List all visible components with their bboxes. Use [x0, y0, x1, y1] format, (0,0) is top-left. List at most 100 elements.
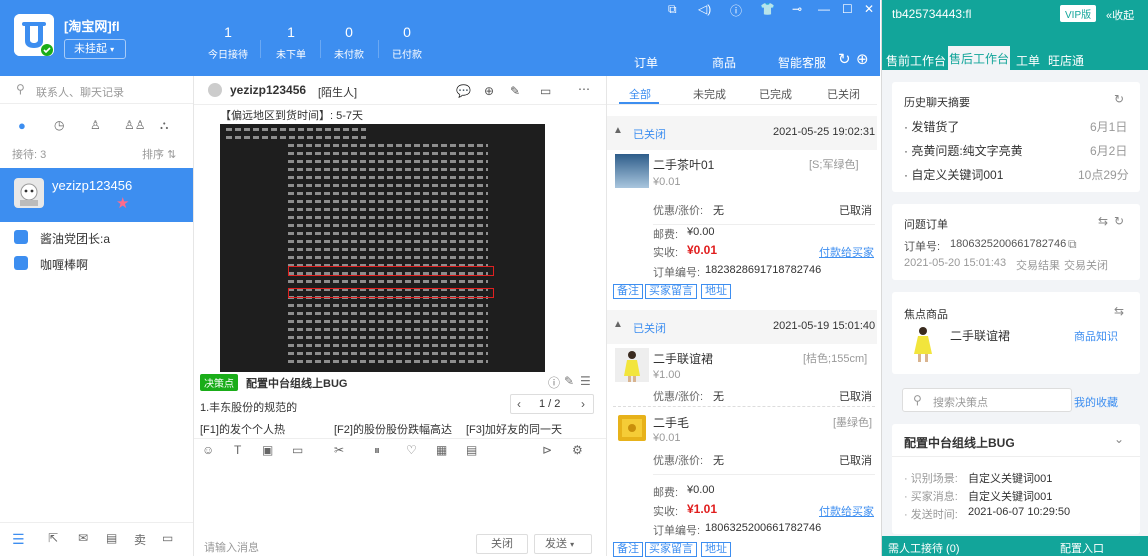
- video-icon[interactable]: ▭: [540, 84, 551, 98]
- clock-icon[interactable]: ◷: [54, 118, 64, 132]
- status-dropdown[interactable]: 未挂起 ▾: [64, 39, 126, 59]
- pay-buyer-link[interactable]: 付款给买家: [819, 244, 874, 260]
- config-entry-link[interactable]: 配置入口: [1060, 540, 1104, 556]
- order-group-header[interactable]: ▲ 已关闭 2021-05-19 15:01:40: [607, 310, 877, 344]
- switch-icon[interactable]: ⇆: [1098, 214, 1108, 228]
- emoji-icon[interactable]: ☺: [202, 443, 214, 457]
- org-icon[interactable]: ⛬: [160, 118, 168, 133]
- menu-icon[interactable]: ☰: [12, 531, 25, 548]
- order-group-header[interactable]: ▲ 已关闭 2021-05-25 19:02:31: [607, 116, 877, 150]
- add-contact-icon[interactable]: ⊕: [484, 84, 494, 98]
- remark-button[interactable]: 备注: [613, 542, 643, 557]
- product-image[interactable]: [904, 324, 942, 362]
- add-icon[interactable]: ⊕: [856, 50, 869, 68]
- close-icon[interactable]: ✕: [864, 2, 874, 16]
- history-item[interactable]: · 亮黄问题:纯文字亮黄: [904, 142, 1023, 159]
- edit-icon[interactable]: ✎: [564, 374, 574, 388]
- quick-reply[interactable]: [F3]加好友的同一天: [466, 421, 562, 437]
- buyer-message-button[interactable]: 买家留言: [645, 542, 697, 557]
- manual-reception-count[interactable]: 需人工接待 (0): [888, 540, 960, 556]
- collapse-icon[interactable]: ▲: [613, 319, 623, 330]
- tab-products[interactable]: 商品: [712, 54, 736, 71]
- message-image[interactable]: [220, 124, 545, 372]
- product-knowledge-link[interactable]: 商品知识: [1074, 328, 1118, 344]
- history-item[interactable]: · 自定义关键词001: [904, 166, 1003, 183]
- send-button[interactable]: 发送 ▾: [534, 534, 592, 554]
- refresh-icon[interactable]: ↻: [1114, 214, 1124, 228]
- product-image[interactable]: [615, 410, 649, 444]
- chat-item[interactable]: 咖喱棒啊: [0, 252, 193, 276]
- tab-presale[interactable]: 售前工作台: [886, 52, 946, 69]
- tab-smart-service[interactable]: 智能客服: [778, 54, 826, 71]
- calendar-icon[interactable]: ▦: [436, 443, 447, 457]
- group-icon[interactable]: ♙♙: [124, 118, 146, 132]
- quick-reply[interactable]: [F2]的股份股份跌幅高达: [334, 421, 452, 437]
- buyer-message-button[interactable]: 买家留言: [645, 284, 697, 299]
- switch-icon[interactable]: ⇆: [1114, 304, 1124, 318]
- scissors-icon[interactable]: ✂: [334, 443, 344, 457]
- subtab-incomplete[interactable]: 未完成: [693, 86, 726, 102]
- tab-aftersale[interactable]: 售后工作台: [948, 46, 1010, 70]
- product-image[interactable]: [615, 348, 649, 382]
- folder-icon[interactable]: ▭: [292, 443, 303, 457]
- sort-button[interactable]: 排序 ⇅: [142, 146, 176, 162]
- tab-workorder[interactable]: 工单: [1016, 52, 1040, 69]
- export-icon[interactable]: ⇱: [48, 531, 58, 545]
- chat-bubble-icon[interactable]: ●: [18, 118, 26, 133]
- tab-orders[interactable]: 订单: [634, 54, 658, 71]
- refresh-icon[interactable]: ↻: [838, 50, 851, 68]
- screenshot-icon[interactable]: ⧉: [668, 2, 677, 17]
- subtab-closed[interactable]: 已关闭: [827, 86, 860, 102]
- chevron-left-icon[interactable]: ‹: [517, 397, 521, 411]
- close-button[interactable]: 关闭: [476, 534, 528, 554]
- remark-button[interactable]: 备注: [613, 284, 643, 299]
- tab-wangdiantong[interactable]: 旺店通: [1048, 52, 1084, 69]
- forward-icon[interactable]: ⊳: [542, 443, 552, 457]
- history-icon[interactable]: ⏸: [374, 443, 380, 458]
- help-icon[interactable]: ⓘ: [730, 2, 742, 19]
- chat-icon[interactable]: 💬: [456, 84, 471, 98]
- star-icon[interactable]: ★: [116, 194, 129, 212]
- copy-icon[interactable]: ⧉: [1068, 237, 1077, 252]
- history-item[interactable]: · 发错货了: [904, 118, 959, 135]
- chat-item[interactable]: 酱油党团长:a: [0, 226, 193, 250]
- shirt-icon[interactable]: 👕: [760, 2, 775, 16]
- pay-buyer-link[interactable]: 付款给买家: [819, 503, 874, 519]
- product-image[interactable]: [615, 154, 649, 188]
- more-icon[interactable]: ⋯: [578, 82, 590, 96]
- contact-icon[interactable]: ♙: [90, 118, 101, 132]
- sell-icon[interactable]: 卖: [134, 531, 146, 548]
- address-button[interactable]: 地址: [701, 542, 731, 557]
- list-icon[interactable]: ☰: [580, 374, 591, 388]
- subtab-all[interactable]: 全部: [629, 86, 651, 102]
- info-icon[interactable]: ⓘ: [548, 374, 560, 391]
- settings-icon[interactable]: ⚙: [572, 443, 583, 457]
- decision-search-input[interactable]: ⚲ 搜索决策点: [902, 388, 1072, 412]
- calendar-icon[interactable]: ▤: [106, 531, 117, 545]
- quick-reply[interactable]: [F1]的发个个人热: [200, 421, 285, 437]
- chat-item-active[interactable]: yezizp123456 ★: [0, 168, 193, 222]
- my-favorites-link[interactable]: 我的收藏: [1074, 394, 1118, 410]
- window-icon[interactable]: ▭: [162, 531, 173, 545]
- subtab-complete[interactable]: 已完成: [759, 86, 792, 102]
- refresh-icon[interactable]: ↻: [1114, 92, 1124, 106]
- chevron-right-icon[interactable]: ›: [581, 397, 585, 411]
- input-placeholder[interactable]: 请输入消息: [204, 539, 259, 555]
- text-icon[interactable]: T: [234, 443, 241, 457]
- note-icon[interactable]: ▤: [466, 443, 477, 457]
- fold-button[interactable]: «收起: [1106, 7, 1134, 23]
- pin-icon[interactable]: ⊸: [792, 2, 802, 16]
- result-value: 交易关闭: [1064, 260, 1108, 272]
- volume-icon[interactable]: ◁): [698, 2, 711, 16]
- code-line: [288, 216, 488, 219]
- minimize-icon[interactable]: —: [818, 2, 830, 16]
- chevron-down-icon[interactable]: ⌄: [1114, 432, 1124, 446]
- collapse-icon[interactable]: ▲: [613, 125, 623, 136]
- contact-search[interactable]: ⚲ 联系人、聊天记录: [0, 76, 193, 104]
- image-icon[interactable]: ▣: [262, 443, 273, 457]
- heart-icon[interactable]: ♡: [406, 443, 417, 457]
- address-button[interactable]: 地址: [701, 284, 731, 299]
- maximize-icon[interactable]: ☐: [842, 2, 853, 16]
- mail-icon[interactable]: ✉: [78, 531, 88, 545]
- edit-icon[interactable]: ✎: [510, 84, 520, 98]
